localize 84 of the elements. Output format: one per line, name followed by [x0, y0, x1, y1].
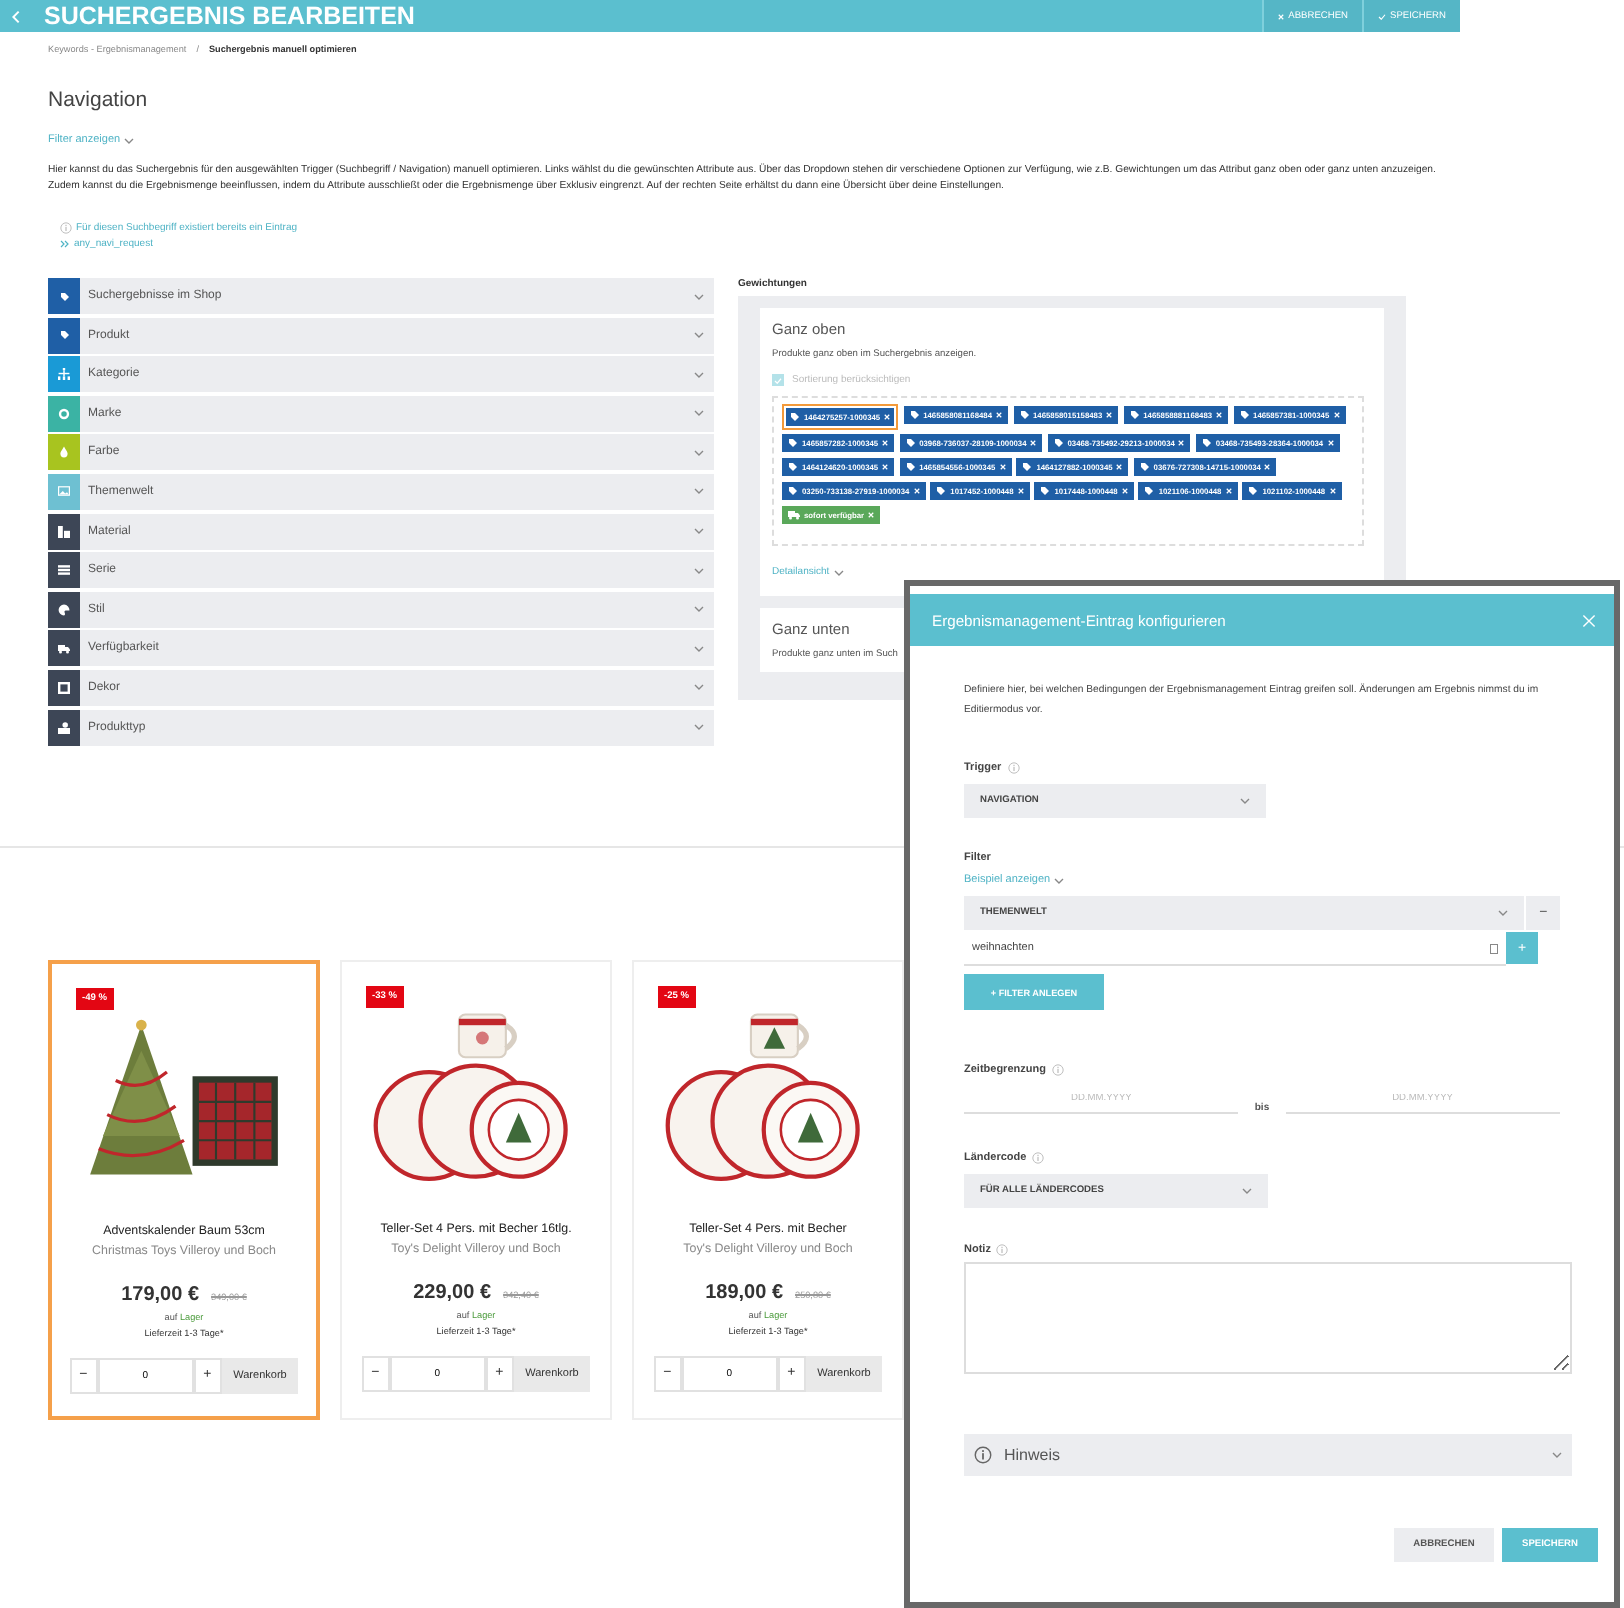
- chevron-down-icon: [694, 606, 704, 613]
- remove-icon[interactable]: [1116, 464, 1123, 470]
- remove-icon[interactable]: [1121, 488, 1128, 494]
- remove-icon[interactable]: [882, 464, 889, 470]
- check-icon: [1378, 13, 1386, 19]
- info-icon: [974, 1446, 992, 1464]
- info-icon: [1007, 762, 1020, 774]
- chevron-down-icon: [694, 567, 704, 574]
- price: 229,00 €: [413, 1281, 492, 1304]
- tag-icon: [1040, 486, 1051, 496]
- remove-icon[interactable]: [1329, 488, 1336, 494]
- hint-accordion[interactable]: Hinweis: [964, 1434, 1572, 1476]
- tag-icon: [790, 412, 800, 422]
- tag-icon: [1053, 438, 1064, 448]
- remove-icon[interactable]: [1333, 412, 1340, 418]
- chevron-down-icon: [1552, 1452, 1562, 1458]
- chevron-down-icon: [694, 488, 704, 495]
- chevron-down-icon: [694, 449, 704, 456]
- remove-icon[interactable]: [1178, 440, 1185, 446]
- tag-icon: [1248, 486, 1259, 496]
- ring-icon: [58, 407, 70, 420]
- remove-icon[interactable]: [882, 440, 889, 446]
- remove-icon[interactable]: [884, 414, 891, 420]
- remove-icon[interactable]: [1106, 412, 1113, 418]
- tag-icon: [909, 410, 920, 420]
- palette-icon: [58, 603, 70, 616]
- chevron-down-icon: [694, 293, 704, 299]
- chevron-down-icon: [1054, 877, 1065, 883]
- double-chevron-icon: [60, 240, 70, 248]
- tag-icon: [1201, 438, 1212, 448]
- page-title: SUCHERGEBNIS BEARBEITEN: [44, 2, 417, 30]
- chevron-down-icon: [1242, 1188, 1252, 1194]
- chevron-down-icon: [694, 410, 704, 417]
- tag-icon: [1022, 462, 1033, 472]
- tag-icon: [788, 462, 798, 472]
- shapes-icon: [58, 721, 70, 734]
- chevron-down-icon: [694, 724, 704, 731]
- info-icon: [996, 1244, 1009, 1256]
- price: 189,00 €: [705, 1281, 784, 1304]
- chevron-down-icon: [694, 332, 704, 339]
- remove-icon[interactable]: [1216, 412, 1223, 418]
- tag-icon: [1144, 486, 1155, 496]
- close-icon: [1278, 13, 1285, 19]
- info-icon: [1051, 1064, 1064, 1076]
- tag-icon: [1139, 462, 1150, 472]
- info-icon: [60, 222, 72, 234]
- remove-icon[interactable]: [913, 488, 920, 494]
- hierarchy-icon: [58, 368, 70, 381]
- chevron-down-icon: [1240, 798, 1250, 804]
- remove-icon[interactable]: [868, 512, 875, 518]
- section-heading: Navigation: [48, 88, 150, 112]
- price: 179,00 €: [121, 1283, 200, 1306]
- remove-icon[interactable]: [1017, 488, 1024, 494]
- tag-icon: [936, 486, 947, 496]
- remove-icon[interactable]: [1225, 488, 1232, 494]
- remove-icon[interactable]: [999, 464, 1006, 470]
- drop-icon: [58, 446, 70, 459]
- remove-icon[interactable]: [1264, 464, 1271, 470]
- chevron-down-icon: [694, 684, 704, 691]
- chevron-down-icon: [694, 371, 704, 378]
- tag-icon: [788, 486, 798, 496]
- remove-icon[interactable]: [1327, 440, 1334, 446]
- tag-icon: [905, 462, 916, 472]
- remove-icon[interactable]: [996, 412, 1002, 418]
- chevron-down-icon: [1498, 910, 1509, 916]
- truck-icon: [788, 510, 800, 520]
- tag-icon: [1129, 410, 1140, 420]
- image-icon: [58, 486, 70, 497]
- tag-icon: [788, 438, 798, 448]
- chevron-down-icon: [124, 137, 135, 143]
- chevron-down-icon: [694, 528, 704, 535]
- tag-icon: [1239, 410, 1250, 420]
- square-icon: [58, 681, 70, 694]
- tag-icon: [59, 291, 69, 301]
- remove-icon[interactable]: [1030, 440, 1037, 446]
- chevron-down-icon: [694, 645, 704, 652]
- tag-icon: [1019, 410, 1029, 420]
- info-icon: [1032, 1152, 1045, 1164]
- chevron-down-icon: [833, 569, 844, 575]
- tag-icon: [905, 438, 916, 448]
- truck-icon: [58, 643, 70, 654]
- blocks-icon: [58, 525, 70, 538]
- note-field[interactable]: [964, 1262, 1572, 1374]
- tag-icon: [59, 330, 69, 341]
